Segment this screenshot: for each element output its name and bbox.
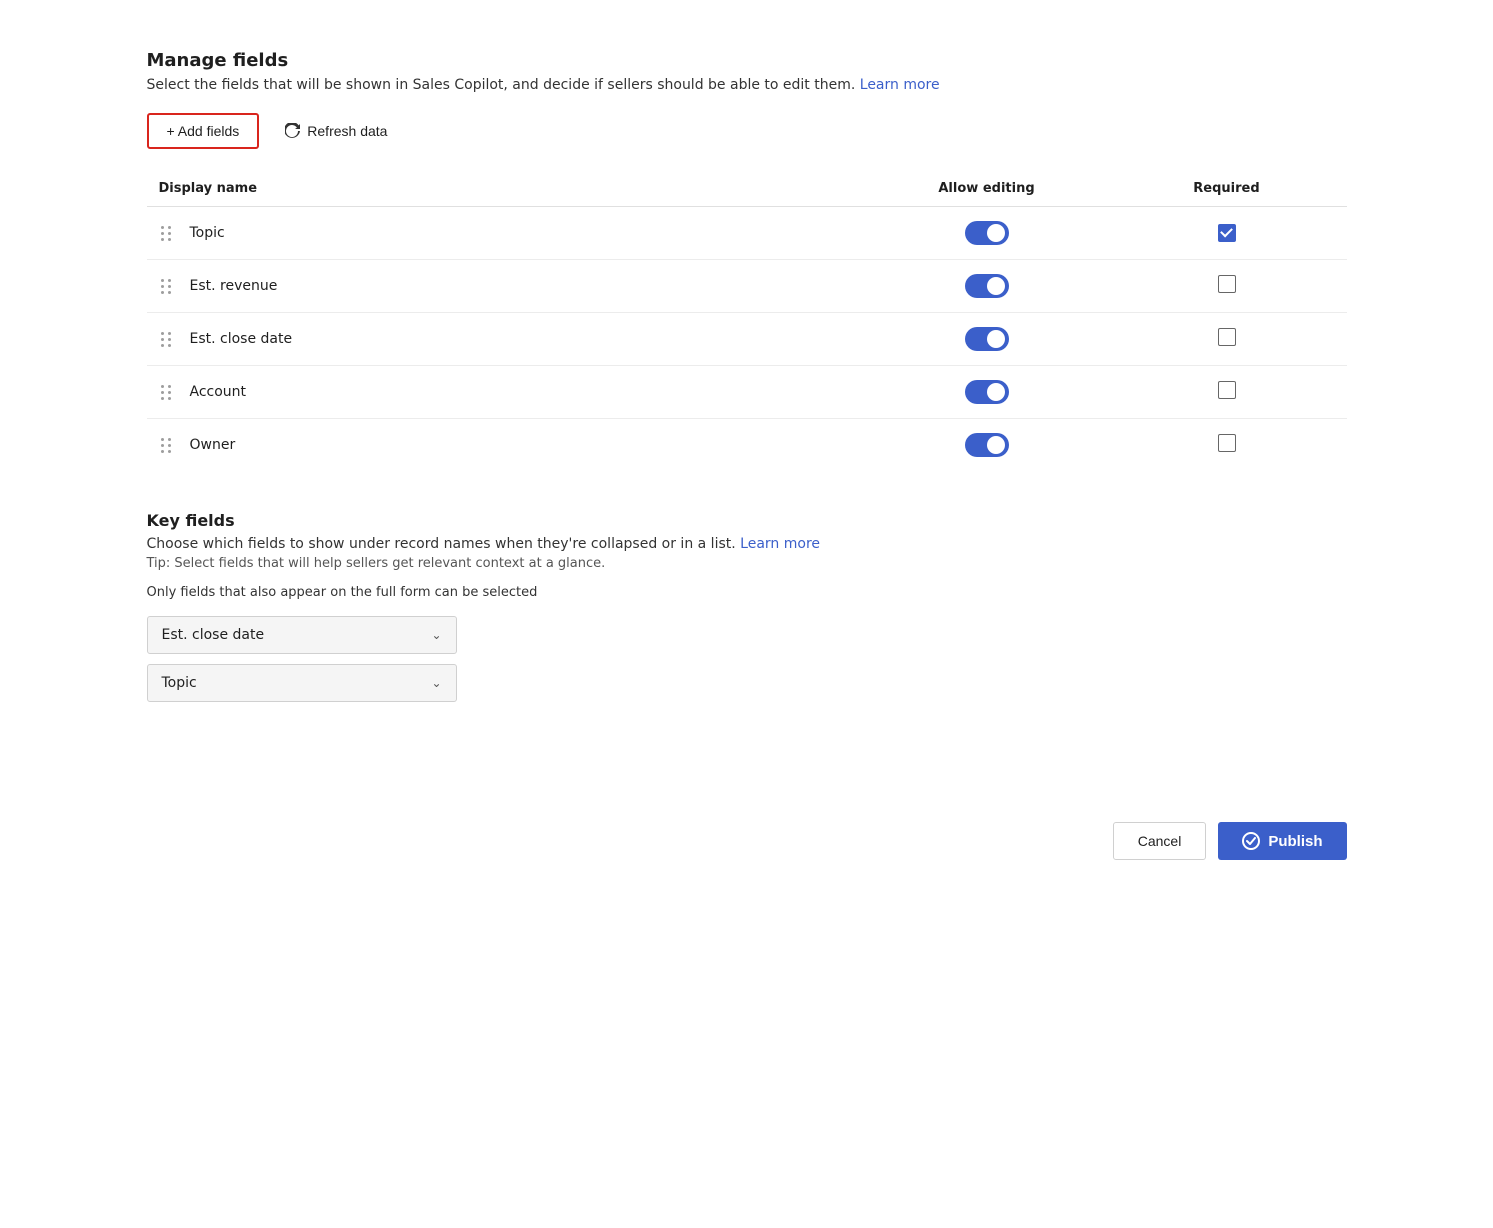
toolbar: + Add fields Refresh data — [147, 113, 1347, 149]
drag-handle[interactable] — [159, 277, 174, 296]
allow-editing-cell — [867, 207, 1107, 260]
footer-actions: Cancel Publish — [147, 802, 1347, 860]
required-cell — [1107, 260, 1347, 313]
drag-handle[interactable] — [159, 436, 174, 455]
add-fields-button[interactable]: + Add fields — [147, 113, 260, 149]
key-fields-dropdowns: Est. close date ⌄ Topic ⌄ — [147, 616, 1347, 702]
required-cell — [1107, 419, 1347, 472]
table-row: Owner — [147, 419, 1347, 472]
allow-editing-toggle[interactable] — [965, 327, 1009, 351]
cancel-button[interactable]: Cancel — [1113, 822, 1207, 860]
chevron-down-icon: ⌄ — [431, 676, 441, 690]
key-fields-tip: Tip: Select fields that will help seller… — [147, 556, 1347, 571]
required-checkbox[interactable] — [1218, 434, 1236, 452]
key-fields-learn-more-link[interactable]: Learn more — [740, 536, 820, 552]
publish-check-icon — [1242, 832, 1260, 850]
table-row: Est. close date — [147, 313, 1347, 366]
page-title: Manage fields — [147, 50, 1347, 71]
allow-editing-cell — [867, 366, 1107, 419]
field-name-cell: Account — [147, 366, 867, 419]
key-field-dropdown-1[interactable]: Topic ⌄ — [147, 664, 457, 702]
key-fields-note: Only fields that also appear on the full… — [147, 585, 1347, 600]
allow-editing-toggle[interactable] — [965, 433, 1009, 457]
field-name-cell: Est. revenue — [147, 260, 867, 313]
table-row: Account — [147, 366, 1347, 419]
col-header-allow-editing: Allow editing — [867, 173, 1107, 207]
required-checkbox[interactable] — [1218, 275, 1236, 293]
field-name: Owner — [190, 437, 236, 453]
required-cell — [1107, 207, 1347, 260]
field-name-cell: Est. close date — [147, 313, 867, 366]
required-checkbox[interactable] — [1218, 328, 1236, 346]
key-field-dropdown-value: Topic — [162, 675, 197, 691]
required-cell — [1107, 313, 1347, 366]
key-fields-section: Key fields Choose which fields to show u… — [147, 511, 1347, 702]
drag-handle[interactable] — [159, 383, 174, 402]
allow-editing-cell — [867, 313, 1107, 366]
table-row: Est. revenue — [147, 260, 1347, 313]
drag-handle[interactable] — [159, 330, 174, 349]
required-cell — [1107, 366, 1347, 419]
table-row: Topic — [147, 207, 1347, 260]
chevron-down-icon: ⌄ — [431, 628, 441, 642]
refresh-icon — [285, 123, 301, 139]
allow-editing-toggle[interactable] — [965, 380, 1009, 404]
required-checkbox[interactable] — [1218, 381, 1236, 399]
key-fields-title: Key fields — [147, 511, 1347, 530]
field-name: Account — [190, 384, 247, 400]
field-name-cell: Owner — [147, 419, 867, 472]
col-header-required: Required — [1107, 173, 1347, 207]
key-field-dropdown-value: Est. close date — [162, 627, 265, 643]
field-name-cell: Topic — [147, 207, 867, 260]
allow-editing-toggle[interactable] — [965, 274, 1009, 298]
required-checkbox[interactable] — [1218, 224, 1236, 242]
field-name: Est. revenue — [190, 278, 278, 294]
allow-editing-toggle[interactable] — [965, 221, 1009, 245]
key-fields-description: Choose which fields to show under record… — [147, 536, 1347, 552]
allow-editing-cell — [867, 260, 1107, 313]
field-name: Topic — [190, 225, 225, 241]
publish-button[interactable]: Publish — [1218, 822, 1346, 860]
header-learn-more-link[interactable]: Learn more — [860, 77, 940, 93]
page-description: Select the fields that will be shown in … — [147, 77, 1347, 93]
key-field-dropdown-0[interactable]: Est. close date ⌄ — [147, 616, 457, 654]
fields-table: Display name Allow editing Required Topi… — [147, 173, 1347, 471]
allow-editing-cell — [867, 419, 1107, 472]
refresh-data-button[interactable]: Refresh data — [271, 115, 401, 147]
drag-handle[interactable] — [159, 224, 174, 243]
field-name: Est. close date — [190, 331, 293, 347]
col-header-display-name: Display name — [147, 173, 867, 207]
